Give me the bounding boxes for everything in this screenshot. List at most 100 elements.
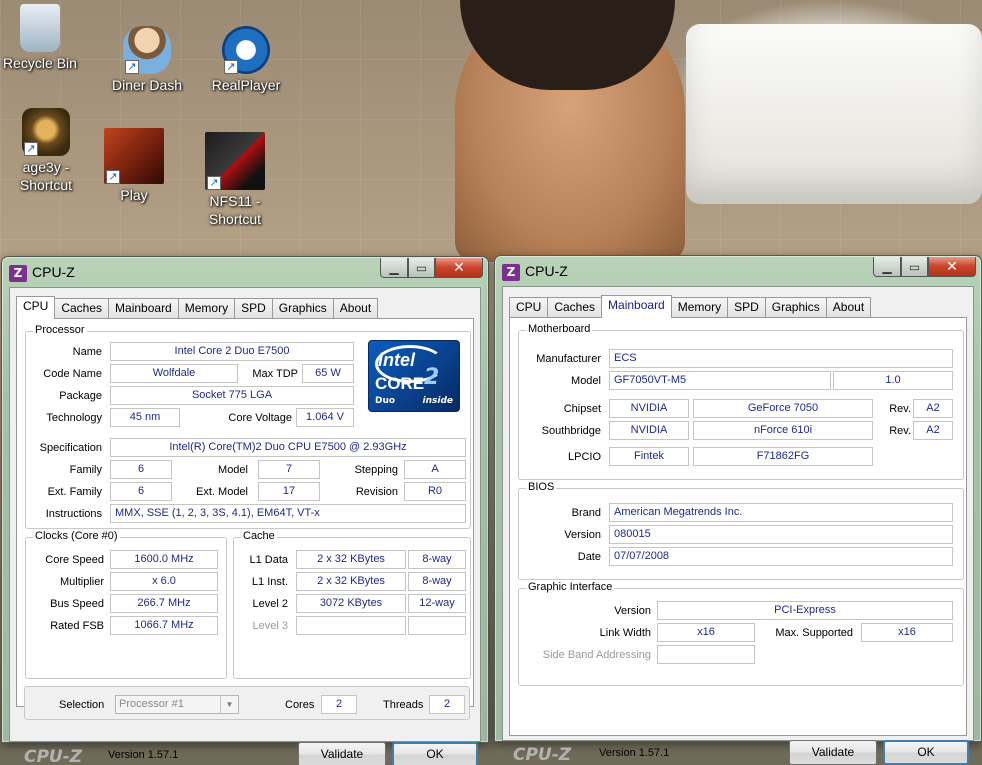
lpcio-vendor-field: Fintek — [609, 447, 689, 466]
tab-cpu[interactable]: CPU — [16, 296, 56, 319]
cpuz-logo-icon: Z — [502, 264, 520, 281]
shortcut-arrow-icon: ↗ — [224, 60, 238, 74]
name-label: Name — [72, 346, 102, 358]
model-label: Model — [571, 375, 601, 387]
stepping-field: A — [404, 460, 466, 479]
tab-strip: CPU Caches Mainboard Memory SPD Graphics… — [16, 296, 379, 319]
cache-group: Cache L1 Data 2 x 32 KBytes 8-way L1 Ins… — [233, 530, 471, 679]
shortcut-arrow-icon: ↗ — [24, 142, 38, 156]
bios-version-label: Version — [564, 529, 601, 541]
desktop-icon-diner-dash[interactable]: ↗ Diner Dash — [97, 26, 197, 94]
cpuz-window-cpu[interactable]: Z CPU-Z ▁ ▭ ✕ CPU Caches Mainboard Memor… — [1, 256, 489, 765]
maximize-button[interactable]: ▭ — [901, 257, 928, 277]
tab-mainboard[interactable]: Mainboard — [108, 298, 179, 319]
desktop-icon-play[interactable]: ↗ Play — [84, 128, 184, 204]
window-titlebar[interactable]: Z CPU-Z ▁ ▭ ✕ — [495, 256, 981, 286]
revision-label: Revision — [355, 486, 398, 498]
tab-graphics[interactable]: Graphics — [764, 297, 827, 318]
sideband-field — [657, 645, 755, 664]
desktop-icon-realplayer[interactable]: ↗ RealPlayer — [196, 26, 296, 94]
graphic-interface-group: Graphic Interface Version PCI-Express Li… — [518, 581, 964, 686]
maximize-button[interactable]: ▭ — [408, 258, 435, 278]
desktop-icon-nfs11[interactable]: ↗ NFS11 - Shortcut — [185, 132, 285, 228]
ok-button[interactable]: OK — [392, 742, 478, 765]
codename-label: Code Name — [43, 368, 102, 380]
maximize-icon: ▭ — [415, 260, 428, 275]
l1inst-assoc-field: 8-way — [408, 572, 466, 591]
sideband-label: Side Band Addressing — [542, 649, 651, 661]
cpuz-logo-icon: Z — [9, 265, 27, 282]
tab-graphics[interactable]: Graphics — [271, 298, 334, 319]
level3-field — [296, 616, 406, 635]
tab-mainboard[interactable]: Mainboard — [601, 295, 672, 318]
threads-label: Threads — [383, 699, 424, 711]
tab-spd[interactable]: SPD — [727, 297, 766, 318]
model-field: GF7050VT-M5 — [609, 371, 831, 390]
minimize-button[interactable]: ▁ — [380, 258, 408, 278]
southbridge-label: Southbridge — [541, 425, 601, 437]
close-button[interactable]: ✕ — [435, 258, 483, 278]
cache-legend: Cache — [241, 530, 277, 542]
level3-assoc-field — [408, 616, 466, 635]
tab-memory[interactable]: Memory — [177, 298, 236, 319]
shortcut-arrow-icon: ↗ — [207, 176, 221, 190]
shortcut-arrow-icon: ↗ — [106, 170, 120, 184]
cpuz-brand-logo: CPU-Z — [513, 745, 572, 765]
extfamily-field: 6 — [110, 482, 172, 501]
processor-select[interactable]: Processor #1 ▼ — [115, 695, 239, 714]
linkwidth-field: x16 — [657, 623, 755, 642]
desktop-icon-age3y[interactable]: ↗ age3y - Shortcut — [0, 108, 96, 194]
bios-group: BIOS Brand American Megatrends Inc. Vers… — [518, 481, 964, 580]
lpcio-name-field: F71862FG — [693, 447, 873, 466]
desktop-icon-label: Diner Dash — [111, 77, 183, 93]
bios-date-field: 07/07/2008 — [609, 547, 953, 566]
southbridge-rev-field: A2 — [913, 421, 953, 440]
cpuz-window-mainboard[interactable]: Z CPU-Z ▁ ▭ ✕ CPU Caches Mainboard Memor… — [494, 255, 982, 765]
tab-about[interactable]: About — [332, 298, 379, 319]
bios-legend: BIOS — [526, 481, 557, 493]
window-title: CPU-Z — [525, 263, 568, 279]
validate-button[interactable]: Validate — [789, 740, 877, 765]
model-label: Model — [218, 464, 248, 476]
window-titlebar[interactable]: Z CPU-Z ▁ ▭ ✕ — [2, 257, 488, 287]
minimize-button[interactable]: ▁ — [873, 257, 901, 277]
tab-page-cpu: Processor Name Intel Core 2 Duo E7500 Co… — [16, 318, 474, 707]
bios-brand-field: American Megatrends Inc. — [609, 503, 953, 522]
desktop-icon-label: NFS11 - Shortcut — [208, 193, 262, 227]
chipset-label: Chipset — [563, 403, 601, 415]
close-icon: ✕ — [453, 259, 465, 276]
extmodel-field: 17 — [258, 482, 320, 501]
level3-label: Level 3 — [252, 620, 288, 632]
tab-memory[interactable]: Memory — [670, 297, 729, 318]
clocks-group: Clocks (Core #0) Core Speed 1600.0 MHz M… — [25, 530, 227, 679]
chevron-down-icon: ▼ — [220, 696, 238, 713]
play-icon: ↗ — [104, 128, 164, 184]
cores-label: Cores — [285, 699, 315, 711]
instructions-label: Instructions — [45, 508, 102, 520]
bios-version-field: 080015 — [609, 525, 953, 544]
processor-select-value: Processor #1 — [119, 698, 184, 710]
l1data-field: 2 x 32 KBytes — [296, 550, 406, 569]
tab-about[interactable]: About — [825, 297, 872, 318]
southbridge-name-field: nForce 610i — [693, 421, 873, 440]
level2-assoc-field: 12-way — [408, 594, 466, 613]
version-label: Version 1.57.1 — [108, 749, 179, 761]
busspeed-field: 266.7 MHz — [110, 594, 218, 613]
tab-caches[interactable]: Caches — [54, 298, 110, 319]
tab-spd[interactable]: SPD — [234, 298, 273, 319]
cpuz-brand-logo: CPU-Z — [24, 747, 83, 765]
close-button[interactable]: ✕ — [928, 257, 976, 277]
desktop-icon-recycle-bin[interactable]: Recycle Bin — [0, 4, 90, 72]
extfamily-label: Ext. Family — [47, 486, 102, 498]
maxsupported-label: Max. Supported — [775, 627, 853, 639]
specification-field: Intel(R) Core(TM)2 Duo CPU E7500 @ 2.93G… — [110, 438, 466, 457]
age3y-icon: ↗ — [22, 108, 70, 156]
gi-version-field: PCI-Express — [657, 601, 953, 620]
ok-button[interactable]: OK — [883, 740, 969, 765]
tab-caches[interactable]: Caches — [547, 297, 603, 318]
diner-dash-icon: ↗ — [123, 26, 171, 74]
validate-button[interactable]: Validate — [298, 742, 386, 765]
model-field: 7 — [258, 460, 320, 479]
desktop-icon-label: Recycle Bin — [3, 55, 77, 71]
tab-cpu[interactable]: CPU — [509, 297, 549, 318]
